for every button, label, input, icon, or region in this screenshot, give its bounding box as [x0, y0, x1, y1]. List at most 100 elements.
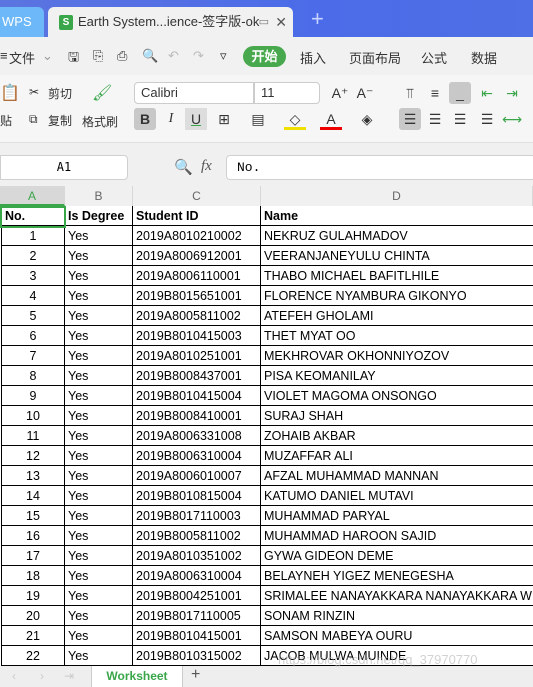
- last-sheet-icon[interactable]: ⇥: [64, 669, 74, 683]
- cell-no[interactable]: 5: [1, 306, 65, 326]
- zoom-icon[interactable]: 🔍: [174, 158, 193, 176]
- increase-font-icon[interactable]: A⁺: [329, 82, 351, 104]
- cell-name[interactable]: MUHAMMAD HAROON SAJID: [261, 526, 533, 546]
- format-painter-button[interactable]: 格式刷: [82, 113, 118, 130]
- monitor-icon[interactable]: ▭: [259, 7, 269, 37]
- cell-name[interactable]: THABO MICHAEL BAFITLHILE: [261, 266, 533, 286]
- column-header-d[interactable]: D: [261, 186, 533, 206]
- cell-is-degree[interactable]: Yes: [65, 546, 133, 566]
- cell-name[interactable]: AFZAL MUHAMMAD MANNAN: [261, 466, 533, 486]
- cell-student-id[interactable]: 2019B8017110003: [133, 506, 261, 526]
- justify-icon[interactable]: ☰: [476, 108, 498, 130]
- cell-is-degree[interactable]: Yes: [65, 446, 133, 466]
- cell-is-degree[interactable]: Yes: [65, 366, 133, 386]
- tab-start[interactable]: 开始: [243, 46, 286, 67]
- cell-no[interactable]: 9: [1, 386, 65, 406]
- cell-style-icon[interactable]: ▤: [247, 108, 269, 130]
- font-select[interactable]: Calibri: [134, 82, 254, 104]
- cell-no[interactable]: 7: [1, 346, 65, 366]
- menu-icon[interactable]: ≡: [0, 48, 8, 63]
- cell-is-degree[interactable]: Yes: [65, 606, 133, 626]
- close-icon[interactable]: ✕: [275, 7, 287, 37]
- prev-sheet-icon[interactable]: ‹: [12, 669, 16, 683]
- cell-no[interactable]: 19: [1, 586, 65, 606]
- format-painter-icon[interactable]: 🖌: [92, 83, 112, 103]
- cell-is-degree[interactable]: Yes: [65, 626, 133, 646]
- cell-name[interactable]: MEKHROVAR OKHONNIYOZOV: [261, 346, 533, 366]
- header-cell-name[interactable]: Name: [261, 206, 533, 226]
- more-icon[interactable]: ▿: [220, 48, 227, 64]
- tab-data[interactable]: 数据: [471, 48, 497, 67]
- cell-name[interactable]: BELAYNEH YIGEZ MENEGESHA: [261, 566, 533, 586]
- column-header-b[interactable]: B: [65, 186, 133, 206]
- cell-is-degree[interactable]: Yes: [65, 646, 133, 666]
- clear-icon[interactable]: ◈: [356, 108, 378, 130]
- cell-name[interactable]: VEERANJANEYULU CHINTA: [261, 246, 533, 266]
- cell-student-id[interactable]: 2019B8010315002: [133, 646, 261, 666]
- font-size-select[interactable]: 11: [254, 82, 320, 104]
- paste-icon[interactable]: 📋: [0, 83, 20, 103]
- next-sheet-icon[interactable]: ›: [40, 669, 44, 683]
- cell-student-id[interactable]: 2019A8006331008: [133, 426, 261, 446]
- cell-no[interactable]: 15: [1, 506, 65, 526]
- cell-no[interactable]: 10: [1, 406, 65, 426]
- cell-is-degree[interactable]: Yes: [65, 406, 133, 426]
- distribute-icon[interactable]: ⟷: [501, 108, 523, 130]
- cell-is-degree[interactable]: Yes: [65, 566, 133, 586]
- align-top-icon[interactable]: ⫪: [399, 82, 421, 104]
- cell-name[interactable]: SAMSON MABEYA OURU: [261, 626, 533, 646]
- formula-input[interactable]: No.: [226, 155, 533, 180]
- fx-icon[interactable]: fx: [201, 158, 212, 175]
- cell-is-degree[interactable]: Yes: [65, 286, 133, 306]
- cell-student-id[interactable]: 2019A8010251001: [133, 346, 261, 366]
- cell-is-degree[interactable]: Yes: [65, 466, 133, 486]
- cell-name[interactable]: MUZAFFAR ALI: [261, 446, 533, 466]
- cell-no[interactable]: 4: [1, 286, 65, 306]
- cell-name[interactable]: MUHAMMAD PARYAL: [261, 506, 533, 526]
- home-tab[interactable]: WPS: [0, 7, 44, 37]
- export-icon[interactable]: ⎘: [93, 48, 103, 64]
- document-tab[interactable]: S Earth System...ience-签字版-ok ▭ ✕: [48, 7, 293, 37]
- cell-student-id[interactable]: 2019A8006310004: [133, 566, 261, 586]
- cell-student-id[interactable]: 2019A8006912001: [133, 246, 261, 266]
- tab-formula[interactable]: 公式: [421, 48, 447, 67]
- tab-page-layout[interactable]: 页面布局: [349, 48, 401, 67]
- cell-is-degree[interactable]: Yes: [65, 426, 133, 446]
- cell-name[interactable]: ATEFEH GHOLAMI: [261, 306, 533, 326]
- cell-is-degree[interactable]: Yes: [65, 306, 133, 326]
- bold-button[interactable]: B: [134, 108, 156, 130]
- cell-is-degree[interactable]: Yes: [65, 486, 133, 506]
- cell-name[interactable]: SRIMALEE NANAYAKKARA NANAYAKKARA W: [261, 586, 533, 606]
- cell-student-id[interactable]: 2019B8010415001: [133, 626, 261, 646]
- cell-no[interactable]: 3: [1, 266, 65, 286]
- header-cell-is-degree[interactable]: Is Degree: [65, 206, 133, 226]
- save-icon[interactable]: 🖫: [68, 48, 79, 70]
- italic-button[interactable]: I: [160, 108, 182, 130]
- copy-button[interactable]: 复制: [48, 112, 72, 129]
- align-bottom-icon[interactable]: _: [449, 82, 471, 104]
- header-cell-student-id[interactable]: Student ID: [133, 206, 261, 226]
- cell-name[interactable]: GYWA GIDEON DEME: [261, 546, 533, 566]
- name-box[interactable]: A1: [0, 155, 128, 180]
- cell-student-id[interactable]: 2019B8017110005: [133, 606, 261, 626]
- column-header-a[interactable]: A: [0, 186, 65, 206]
- cell-is-degree[interactable]: Yes: [65, 526, 133, 546]
- cell-is-degree[interactable]: Yes: [65, 386, 133, 406]
- underline-button[interactable]: U: [185, 108, 207, 130]
- cell-no[interactable]: 14: [1, 486, 65, 506]
- fill-color-icon[interactable]: ◇: [284, 108, 306, 130]
- cell-no[interactable]: 12: [1, 446, 65, 466]
- cell-student-id[interactable]: 2019A8006010007: [133, 466, 261, 486]
- cell-no[interactable]: 17: [1, 546, 65, 566]
- cell-no[interactable]: 18: [1, 566, 65, 586]
- cell-student-id[interactable]: 2019B8010415003: [133, 326, 261, 346]
- tab-insert[interactable]: 插入: [300, 48, 326, 67]
- cell-student-id[interactable]: 2019A8006110001: [133, 266, 261, 286]
- copy-icon[interactable]: ⧉: [29, 112, 38, 127]
- font-color-icon[interactable]: A: [320, 108, 342, 130]
- cell-name[interactable]: NEKRUZ GULAHMADOV: [261, 226, 533, 246]
- cell-student-id[interactable]: 2019A8005811002: [133, 306, 261, 326]
- cell-no[interactable]: 21: [1, 626, 65, 646]
- cell-student-id[interactable]: 2019B8015651001: [133, 286, 261, 306]
- cell-no[interactable]: 20: [1, 606, 65, 626]
